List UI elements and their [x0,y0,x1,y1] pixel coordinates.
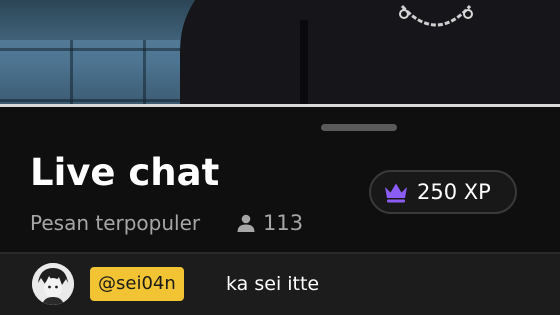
chat-filter-label[interactable]: Pesan terpopuler [30,210,200,236]
crown-icon [385,183,407,203]
username-badge[interactable]: @sei04n [90,267,184,301]
video-player[interactable] [0,0,560,104]
xp-badge-button[interactable]: 250 XP [369,170,517,214]
necklace-graphic [399,4,473,27]
chat-message[interactable]: @sei04n ka sei itte [0,254,560,315]
viewer-count-value: 113 [263,211,304,235]
avatar[interactable] [32,263,74,305]
viewer-count: 113 [236,208,303,238]
live-chat-panel: Live chat Pesan terpopuler 113 250 XP @s… [0,104,560,315]
person-icon [237,214,255,232]
message-text: ka sei itte [226,273,320,295]
drag-handle[interactable] [321,124,397,131]
xp-amount: 250 XP [417,180,491,204]
panel-title: Live chat [30,151,220,194]
video-subject [180,0,560,104]
